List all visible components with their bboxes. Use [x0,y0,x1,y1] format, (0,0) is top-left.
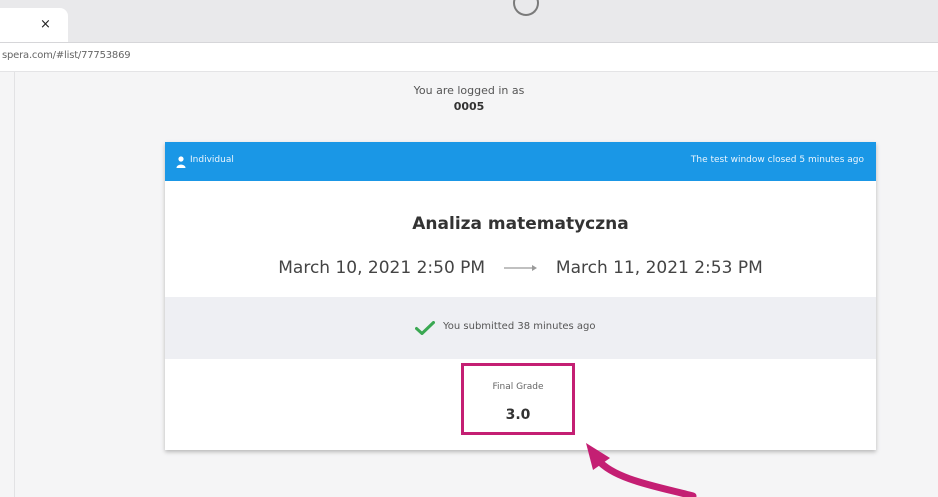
user-icon [176,156,186,168]
test-type-label: Individual [190,155,234,165]
window-status: The test window closed 5 minutes ago [690,155,864,165]
close-icon[interactable]: × [40,17,51,32]
start-date: March 10, 2021 2:50 PM [278,258,486,278]
end-date: March 11, 2021 2:53 PM [555,258,763,278]
final-grade-highlight: Final Grade 3.0 [461,363,575,435]
date-range: March 10, 2021 2:50 PM March 11, 2021 2:… [165,258,876,278]
card-header: Individual The test window closed 5 minu… [165,142,876,181]
arrow-right-icon [503,265,537,271]
checkmark-icon [415,321,435,335]
final-grade-value: 3.0 [505,407,531,423]
url-text[interactable]: spera.com/#list/77753869 [2,50,131,61]
submission-status-text: You submitted 38 minutes ago [443,321,596,332]
test-card: Individual The test window closed 5 minu… [165,142,876,450]
loading-icon [513,0,539,16]
final-grade-label: Final Grade [492,382,544,392]
login-label: You are logged in as [413,84,525,97]
course-title: Analiza matematyczna [412,214,629,234]
browser-tab[interactable]: × [0,8,68,42]
submission-status-band: You submitted 38 minutes ago [165,297,876,359]
login-username: 0005 [453,100,485,113]
browser-tabstrip: × [0,0,938,43]
curved-arrow-annotation [586,443,697,497]
address-bar[interactable]: spera.com/#list/77753869 [0,43,938,72]
